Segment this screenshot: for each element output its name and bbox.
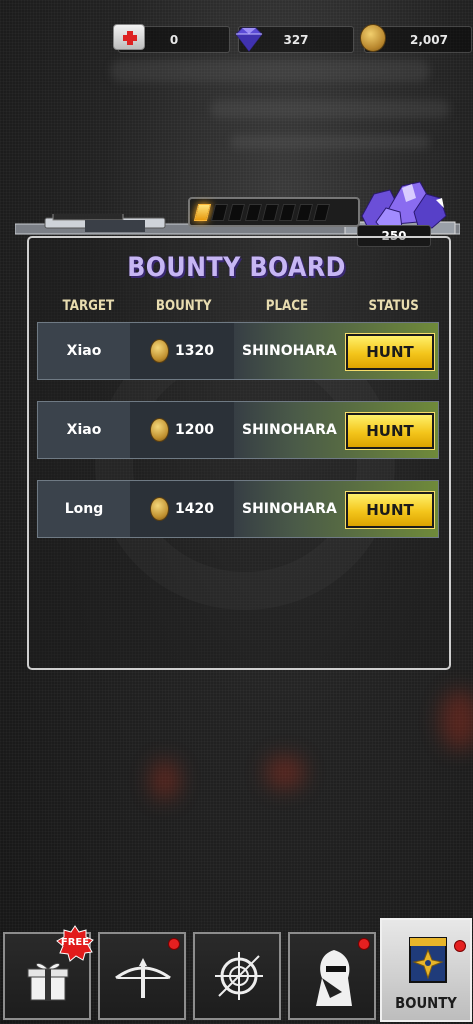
place-name: SHINOHARA [242,343,337,359]
power-segment-empty [295,203,314,221]
bounty-row: Xiao 1320 SHINOHARA HUNT [37,322,439,380]
bounty-value: 1200 [175,422,214,438]
bounty-value: 1320 [175,343,214,359]
column-header-bounty: BOUNTY [155,298,212,314]
power-meter [188,197,360,227]
background-stripe [230,135,430,149]
bounty-amount: 1320 [130,323,234,379]
hunt-button[interactable]: HUNT [345,333,435,371]
nav-tab-bounty-label: BOUNTY [395,994,457,1012]
background-glow [265,755,305,790]
power-segment-empty [210,203,229,221]
coin-count: 2,007 [410,32,448,47]
medkit-icon [113,24,145,50]
bounty-row: Xiao 1200 SHINOHARA HUNT [37,401,439,459]
background-stripe [110,60,430,82]
crosshair-icon [215,952,263,1000]
target-name: Xiao [38,323,130,379]
notification-dot [168,938,180,950]
target-name: Long [38,481,130,537]
place-name: SHINOHARA [242,501,337,517]
crossbow-icon [115,958,171,998]
power-segment-empty [227,203,246,221]
free-badge-label: FREE [60,937,90,948]
bounty-row: Long 1420 SHINOHARA HUNT [37,480,439,538]
hunt-button[interactable]: HUNT [345,491,435,529]
gem-icon [235,27,263,52]
background-stripe [210,100,450,118]
hunt-button[interactable]: HUNT [345,412,435,450]
place-name: SHINOHARA [242,422,337,438]
coin-icon [150,418,170,442]
power-segment-empty [278,203,297,221]
power-segment-filled [193,203,212,221]
coin-icon [150,497,170,521]
nav-tab-scope[interactable] [193,932,281,1020]
bounty-poster-icon [409,937,447,983]
target-name: Xiao [38,402,130,458]
medkit-count: 0 [169,32,179,47]
nav-tab-weapons[interactable] [98,932,186,1020]
bounty-amount: 1200 [130,402,234,458]
background-glow [150,760,180,800]
bounty-value: 1420 [175,501,214,517]
power-segment-empty [261,203,280,221]
notification-dot [358,938,370,950]
column-header-place: PLACE [265,298,309,314]
power-segment-empty [312,203,331,221]
coin-icon [150,339,170,363]
background-glow [440,690,473,750]
column-header-target: TARGET [62,298,115,314]
gem-count: 327 [283,32,309,47]
coin-icon [360,24,386,52]
bounty-amount: 1420 [130,481,234,537]
notification-dot [454,940,466,952]
power-segment-empty [244,203,263,221]
column-header-status: STATUS [368,298,419,314]
ninja-icon [316,950,352,1006]
nav-tab-bounty[interactable]: BOUNTY [380,918,472,1022]
board-title: BOUNTY BOARD [127,252,346,283]
nav-tab-character[interactable] [288,932,376,1020]
